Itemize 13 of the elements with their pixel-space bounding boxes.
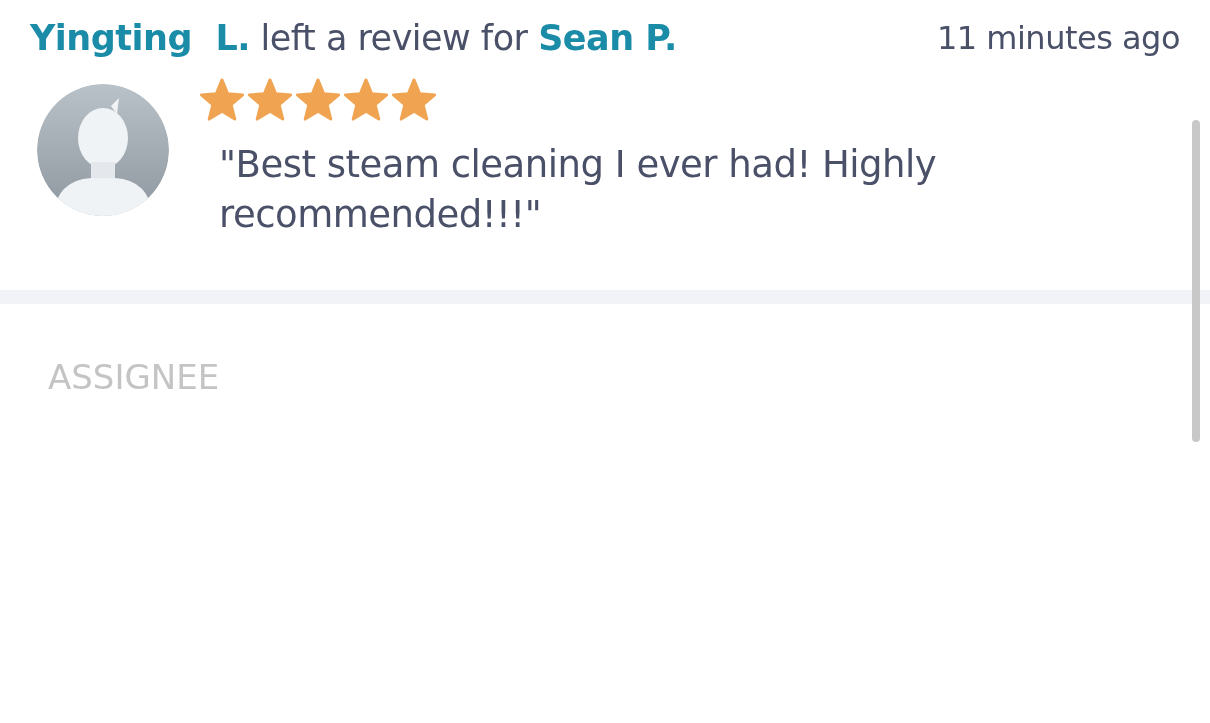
star-icon [343,78,389,122]
star-icon [199,78,245,122]
star-icon [247,78,293,122]
star-icon [391,78,437,122]
reviewee-link[interactable]: Sean P. [538,18,677,58]
scrollbar[interactable] [1192,120,1200,442]
section-heading: ASSIGNEE [48,357,220,397]
timestamp: 11 minutes ago [936,18,1180,58]
avatar-icon [37,84,169,216]
reviewer-link[interactable]: Yingting L. [30,18,250,58]
star-icon [295,78,341,122]
review-text: "Best steam cleaning I ever had! Highly recommended!!!" [219,142,938,238]
review-headline: Yingting L. left a review for Sean P. [30,18,677,58]
